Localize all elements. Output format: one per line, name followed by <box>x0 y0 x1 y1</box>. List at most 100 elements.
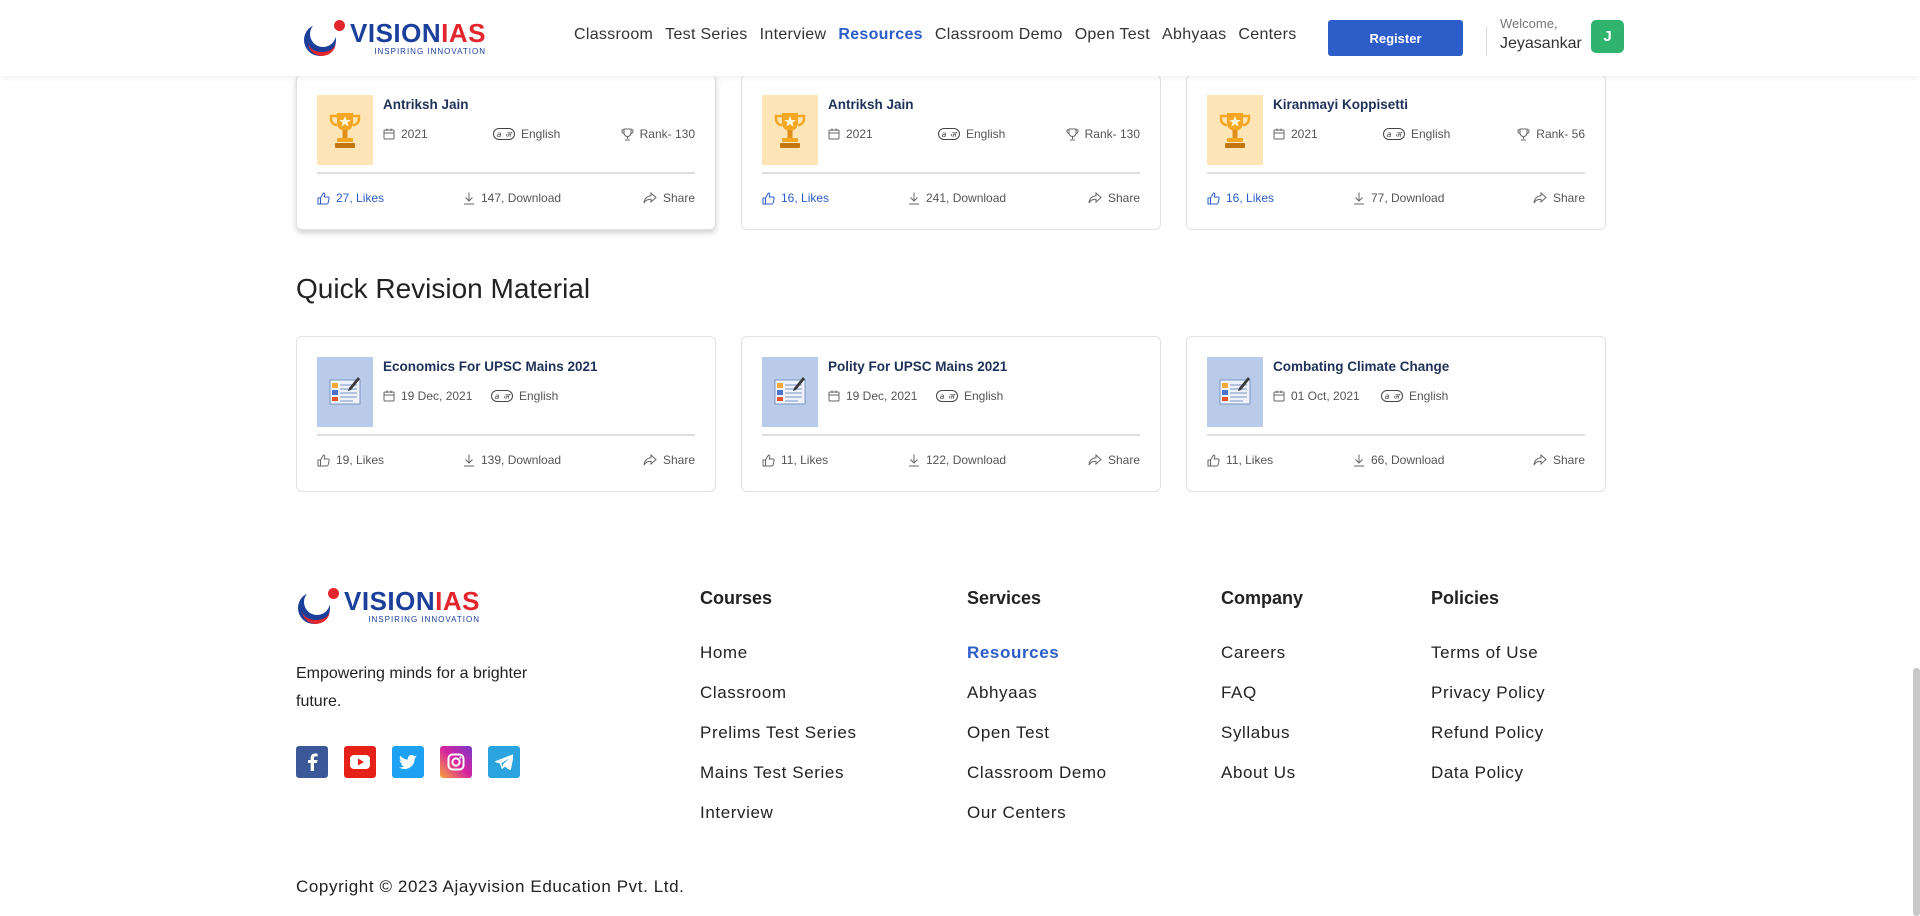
language[interactable]: a अ English <box>1381 389 1448 403</box>
date[interactable]: 19 Dec, 2021 <box>383 389 472 403</box>
download-button[interactable]: 122, Download <box>908 453 1006 467</box>
share-button-label: Share <box>662 191 695 205</box>
share-button[interactable]: Share <box>1088 453 1140 467</box>
thumbs-up-icon <box>762 191 775 205</box>
trophy-icon <box>1207 95 1263 165</box>
footer-logo[interactable]: VISIONIAS INSPIRING INNOVATION <box>296 586 480 626</box>
year[interactable]: 2021 <box>828 127 873 141</box>
nav-abhyaas[interactable]: Abhyaas <box>1162 26 1226 44</box>
nav-interview[interactable]: Interview <box>760 26 827 44</box>
avatar[interactable]: J <box>1591 20 1624 53</box>
like-button[interactable]: 16, Likes <box>762 191 829 205</box>
year[interactable]: 2021 <box>383 127 428 141</box>
revision-title[interactable]: Economics For UPSC Mains 2021 <box>383 359 598 374</box>
download-button[interactable]: 147, Download <box>463 191 561 205</box>
svg-text:a: a <box>940 392 945 401</box>
card-meta: 2021 a अ English Rank- 56 <box>1273 127 1585 145</box>
footer-link-terms-of-use[interactable]: Terms of Use <box>1431 643 1538 663</box>
share-button[interactable]: Share <box>1088 191 1140 205</box>
download-button[interactable]: 66, Download <box>1353 453 1444 467</box>
footer-link-careers[interactable]: Careers <box>1221 643 1286 663</box>
share-button[interactable]: Share <box>643 453 695 467</box>
language[interactable]: a अ English <box>1383 127 1450 141</box>
footer-link-data-policy[interactable]: Data Policy <box>1431 763 1524 783</box>
topper-card[interactable]: Antriksh Jain 2021 a अ English Rank- 130 27, L… <box>296 74 716 230</box>
language[interactable]: a अ English <box>936 389 1003 403</box>
language-label: English <box>966 127 1006 141</box>
nav-test-series[interactable]: Test Series <box>665 26 747 44</box>
topper-name[interactable]: Antriksh Jain <box>383 97 469 112</box>
nav-centers[interactable]: Centers <box>1238 26 1296 44</box>
topper-card[interactable]: Kiranmayi Koppisetti 2021 a अ English Rank- 5… <box>1186 74 1606 230</box>
download-button[interactable]: 241, Download <box>908 191 1006 205</box>
footer-link-open-test[interactable]: Open Test <box>967 723 1050 743</box>
download-button[interactable]: 77, Download <box>1353 191 1444 205</box>
rank-label: Rank- 56 <box>1536 127 1585 141</box>
revision-title[interactable]: Polity For UPSC Mains 2021 <box>828 359 1007 374</box>
footer-link-prelims-test-series[interactable]: Prelims Test Series <box>700 723 857 743</box>
footer-link-our-centers[interactable]: Our Centers <box>967 803 1066 823</box>
topper-name[interactable]: Antriksh Jain <box>828 97 914 112</box>
like-button[interactable]: 27, Likes <box>317 191 384 205</box>
revision-card[interactable]: Combating Climate Change 01 Oct, 2021 a अ En… <box>1186 336 1606 492</box>
nav-resources[interactable]: Resources <box>838 26 923 44</box>
rank[interactable]: Rank- 130 <box>621 127 695 141</box>
like-button-label: 19, Likes <box>336 453 385 467</box>
nav-classroom[interactable]: Classroom <box>574 26 653 44</box>
language[interactable]: a अ English <box>491 389 558 403</box>
revision-card[interactable]: Economics For UPSC Mains 2021 19 Dec, 202… <box>296 336 716 492</box>
footer-company-title: Company <box>1221 588 1304 608</box>
instagram-icon[interactable] <box>440 746 472 778</box>
year[interactable]: 2021 <box>1273 127 1318 141</box>
nav-open-test[interactable]: Open Test <box>1075 26 1150 44</box>
share-button[interactable]: Share <box>643 191 695 205</box>
facebook-icon[interactable] <box>296 746 328 778</box>
like-button[interactable]: 11, Likes <box>762 453 828 467</box>
revision-card[interactable]: Polity For UPSC Mains 2021 19 Dec, 2021 a अ… <box>741 336 1161 492</box>
footer-link-refund-policy[interactable]: Refund Policy <box>1431 723 1544 743</box>
topper-card[interactable]: Antriksh Jain 2021 a अ English Rank- 130 16, L… <box>741 74 1161 230</box>
footer-link-classroom-demo[interactable]: Classroom Demo <box>967 763 1107 783</box>
date[interactable]: 01 Oct, 2021 <box>1273 389 1360 403</box>
footer-link-privacy-policy[interactable]: Privacy Policy <box>1431 683 1545 703</box>
language[interactable]: a अ English <box>938 127 1005 141</box>
like-button-label: 16, Likes <box>781 191 830 205</box>
nav-classroom-demo[interactable]: Classroom Demo <box>935 26 1063 44</box>
visionias-logo[interactable]: VISIONIAS INSPIRING INNOVATION <box>302 18 486 58</box>
revision-title[interactable]: Combating Climate Change <box>1273 359 1449 374</box>
share-button[interactable]: Share <box>1533 191 1585 205</box>
register-button[interactable]: Register <box>1328 20 1463 56</box>
footer-link-resources[interactable]: Resources <box>967 643 1059 663</box>
date-label: 19 Dec, 2021 <box>846 389 918 403</box>
like-button[interactable]: 16, Likes <box>1207 191 1274 205</box>
top-header: VISIONIAS INSPIRING INNOVATION Classroom… <box>0 0 1920 76</box>
youtube-icon[interactable] <box>344 746 376 778</box>
footer-link-abhyaas[interactable]: Abhyaas <box>967 683 1037 703</box>
language[interactable]: a अ English <box>493 127 560 141</box>
like-button[interactable]: 19, Likes <box>317 453 384 467</box>
user-name[interactable]: Jeyasankar <box>1500 35 1582 53</box>
topper-name[interactable]: Kiranmayi Koppisetti <box>1273 97 1408 112</box>
card-actions: 16, Likes 77, Download Share <box>1207 191 1585 209</box>
rank-label: Rank- 130 <box>1084 127 1140 141</box>
date[interactable]: 19 Dec, 2021 <box>828 389 917 403</box>
footer-link-about-us[interactable]: About Us <box>1221 763 1296 783</box>
share-button[interactable]: Share <box>1533 453 1585 467</box>
footer-link-syllabus[interactable]: Syllabus <box>1221 723 1290 743</box>
footer-link-mains-test-series[interactable]: Mains Test Series <box>700 763 844 783</box>
rank[interactable]: Rank- 130 <box>1066 127 1140 141</box>
footer-brand-vision: VISION <box>344 586 436 616</box>
footer-link-interview[interactable]: Interview <box>700 803 773 823</box>
telegram-icon[interactable] <box>488 746 520 778</box>
rank[interactable]: Rank- 56 <box>1517 127 1585 141</box>
language-icon: aअ <box>938 128 960 140</box>
footer-link-classroom[interactable]: Classroom <box>700 683 787 703</box>
footer-link-home[interactable]: Home <box>700 643 748 663</box>
footer-link-faq[interactable]: FAQ <box>1221 683 1257 703</box>
svg-text:a: a <box>942 130 947 139</box>
like-button[interactable]: 11, Likes <box>1207 453 1273 467</box>
page-scrollbar[interactable] <box>1913 668 1920 916</box>
like-button-label: 27, Likes <box>336 191 385 205</box>
twitter-icon[interactable] <box>392 746 424 778</box>
download-button[interactable]: 139, Download <box>463 453 561 467</box>
